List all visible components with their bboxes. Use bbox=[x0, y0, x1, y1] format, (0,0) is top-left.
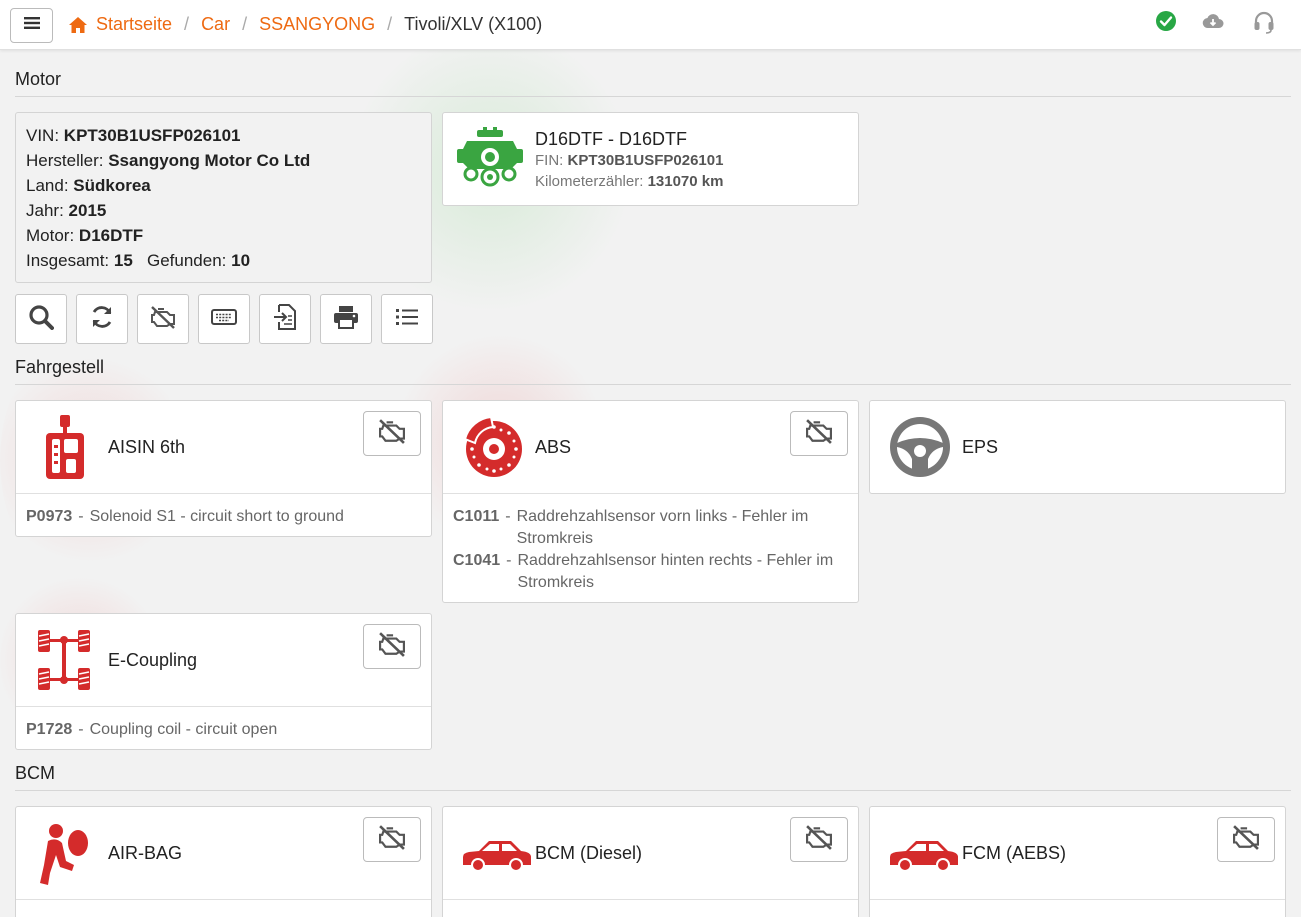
axle-icon bbox=[34, 628, 98, 692]
error-list: P1728- Coupling coil - circuit open bbox=[16, 706, 431, 751]
list-button[interactable] bbox=[381, 294, 433, 344]
engine-fin: FIN: KPT30B1USFP026101 bbox=[535, 152, 724, 169]
clear-errors-button[interactable] bbox=[363, 624, 421, 669]
print-icon bbox=[333, 305, 359, 334]
engine-card[interactable]: D16DTF - D16DTF FIN: KPT30B1USFP026101 K… bbox=[442, 112, 859, 206]
check-circle-icon[interactable] bbox=[1155, 10, 1177, 37]
vehicle-info-panel: VIN: KPT30B1USFP026101 Hersteller: Ssang… bbox=[15, 112, 432, 283]
car-icon bbox=[888, 821, 958, 885]
import-icon bbox=[273, 303, 297, 335]
card-title: AIR-BAG bbox=[108, 843, 183, 863]
error-item[interactable]: C1041- Raddrehzahlsensor hinten rechts - … bbox=[453, 550, 848, 594]
engine-off-icon bbox=[803, 418, 835, 449]
import-button[interactable] bbox=[259, 294, 311, 344]
list-icon bbox=[395, 307, 419, 332]
steering-wheel-icon bbox=[888, 415, 952, 479]
maker-value: Ssangyong Motor Co Ltd bbox=[108, 151, 311, 170]
top-bar: Startseite / Car / SSANGYONG / Tivoli/XL… bbox=[0, 0, 1301, 50]
card-title: AISIN 6th bbox=[108, 437, 186, 457]
refresh-icon bbox=[89, 304, 115, 335]
brake-disc-icon bbox=[461, 415, 525, 479]
engine-value: D16DTF bbox=[78, 226, 144, 245]
clear-errors-button[interactable] bbox=[1217, 817, 1275, 862]
car-icon bbox=[461, 821, 531, 885]
country-value: Südkorea bbox=[73, 176, 151, 195]
count-row: Insgesamt: 15 Gefunden: 10 bbox=[26, 251, 251, 270]
engine-off-icon bbox=[376, 824, 408, 855]
cloud-download-icon[interactable] bbox=[1202, 13, 1224, 34]
search-button[interactable] bbox=[15, 294, 67, 344]
error-list: P0973- Solenoid S1 - circuit short to gro… bbox=[16, 493, 431, 538]
clear-errors-button[interactable] bbox=[790, 411, 848, 456]
clear-errors-button[interactable] bbox=[363, 411, 421, 456]
clear-errors-button[interactable] bbox=[363, 817, 421, 862]
found-value: 10 bbox=[231, 251, 251, 270]
card-title: FCM (AEBS) bbox=[962, 843, 1067, 863]
card-abs[interactable]: ABS C1011- Raddrehzahlsensor vorn links -… bbox=[442, 400, 859, 603]
clear-errors-button[interactable] bbox=[137, 294, 189, 344]
card-title: ABS bbox=[535, 437, 572, 457]
error-list bbox=[443, 899, 858, 917]
bars-icon bbox=[23, 16, 40, 35]
menu-button[interactable] bbox=[10, 8, 53, 43]
airbag-icon bbox=[34, 821, 98, 885]
vin-row: VIN: KPT30B1USFP026101 bbox=[26, 126, 241, 145]
card-fcm[interactable]: FCM (AEBS) bbox=[869, 806, 1286, 917]
error-list bbox=[870, 899, 1285, 917]
card-title: BCM (Diesel) bbox=[535, 843, 643, 863]
engine-off-icon bbox=[376, 418, 408, 449]
engine-row: Motor: D16DTF bbox=[26, 226, 144, 245]
section-title-bcm: BCM bbox=[15, 763, 55, 783]
engine-off-icon bbox=[803, 824, 835, 855]
card-title: E-Coupling bbox=[108, 650, 198, 670]
error-list bbox=[16, 899, 431, 917]
tool-bar bbox=[15, 294, 433, 344]
gearbox-icon bbox=[34, 415, 98, 479]
card-eps[interactable]: EPS bbox=[869, 400, 1286, 494]
breadcrumb-car[interactable]: Car bbox=[201, 14, 230, 35]
headset-icon[interactable] bbox=[1253, 10, 1275, 39]
maker-row: Hersteller: Ssangyong Motor Co Ltd bbox=[26, 151, 311, 170]
section-title-motor: Motor bbox=[15, 69, 62, 89]
error-item[interactable]: P0973- Solenoid S1 - circuit short to gro… bbox=[26, 506, 421, 528]
search-icon bbox=[28, 304, 54, 335]
engine-off-icon bbox=[376, 631, 408, 662]
total-value: 15 bbox=[113, 251, 133, 270]
error-list: C1011- Raddrehzahlsensor vorn links - Feh… bbox=[443, 493, 858, 604]
country-row: Land: Südkorea bbox=[26, 176, 151, 195]
engine-off-icon bbox=[149, 305, 177, 334]
card-aisin[interactable]: AISIN 6th P0973- Solenoid S1 - circuit sh… bbox=[15, 400, 432, 537]
print-button[interactable] bbox=[320, 294, 372, 344]
card-bcm-diesel[interactable]: BCM (Diesel) bbox=[442, 806, 859, 917]
engine-off-icon bbox=[1230, 824, 1262, 855]
breadcrumb-home[interactable]: Startseite bbox=[96, 14, 172, 35]
error-item[interactable]: P1728- Coupling coil - circuit open bbox=[26, 719, 421, 741]
card-title: EPS bbox=[962, 437, 999, 457]
year-row: Jahr: 2015 bbox=[26, 201, 107, 220]
breadcrumb-brand[interactable]: SSANGYONG bbox=[259, 14, 375, 35]
breadcrumb: Startseite / Car / SSANGYONG / Tivoli/XL… bbox=[68, 14, 542, 35]
engine-card-title: D16DTF - D16DTF bbox=[535, 129, 688, 149]
engine-icon bbox=[457, 127, 523, 189]
card-ecoupling[interactable]: E-Coupling P1728- Coupling coil - circuit… bbox=[15, 613, 432, 750]
card-airbag[interactable]: AIR-BAG bbox=[15, 806, 432, 917]
breadcrumb-current: Tivoli/XLV (X100) bbox=[404, 14, 543, 34]
error-item[interactable]: C1011- Raddrehzahlsensor vorn links - Feh… bbox=[453, 506, 848, 550]
keyboard-button[interactable] bbox=[198, 294, 250, 344]
keyboard-icon bbox=[211, 308, 237, 330]
section-title-fahrgestell: Fahrgestell bbox=[15, 357, 105, 377]
engine-km: Kilometerzähler: 131070 km bbox=[535, 173, 724, 190]
year-value: 2015 bbox=[68, 201, 107, 220]
clear-errors-button[interactable] bbox=[790, 817, 848, 862]
refresh-button[interactable] bbox=[76, 294, 128, 344]
home-icon[interactable] bbox=[68, 16, 88, 34]
vin-value: KPT30B1USFP026101 bbox=[63, 126, 241, 145]
